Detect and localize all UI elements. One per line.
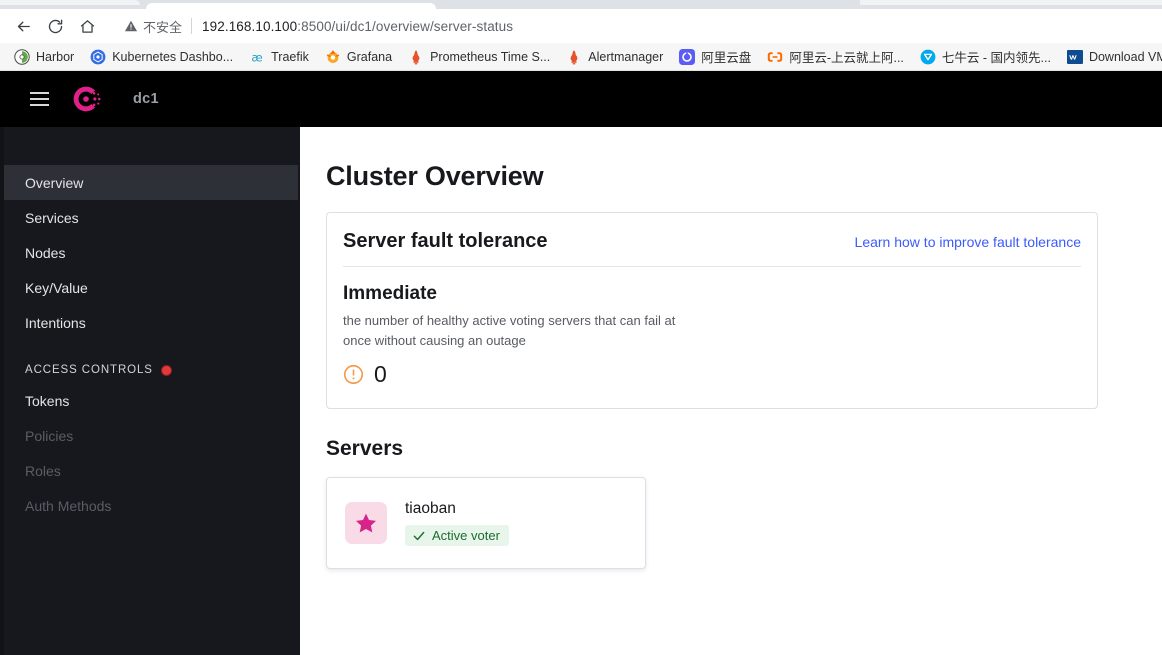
harbor-icon [14,48,30,65]
prometheus-icon [412,49,420,64]
fault-tolerance-body: Immediate the number of healthy active v… [343,267,1081,408]
alertmanager-icon [570,49,578,64]
sidebar-item-intentions[interactable]: Intentions [4,305,298,340]
status-badge-label: Active voter [432,528,500,543]
bookmark-qiniu[interactable]: 七牛云 - 国内领先... [912,44,1059,69]
omnibox-divider [191,18,193,34]
server-name: tiaoban [405,500,456,517]
sidebar-item-policies[interactable]: Policies [4,418,298,453]
sidebar-item-label: Services [25,209,79,226]
browser-window: 不安全 192.168.10.100:8500/ui/dc1/overview/… [0,0,1162,655]
sidebar-section-access-controls: ACCESS CONTROLS [4,357,300,383]
acl-status-dot-icon [160,364,172,376]
bookmark-download-vmware[interactable]: Download VMwa [1059,46,1162,68]
aliyun-drive-icon [679,48,696,65]
kubernetes-icon [90,49,106,64]
bookmark-label: Alertmanager [588,49,664,64]
bookmark-aliyun[interactable]: 阿里云-上云就上阿... [759,44,912,69]
sidebar-item-key-value[interactable]: Key/Value [4,270,298,305]
sidebar-section-label: ACCESS CONTROLS [25,364,153,376]
warning-triangle-icon [124,20,138,32]
bookmark-kubernetes-dashboard[interactable]: Kubernetes Dashbo... [82,46,241,68]
sidebar-item-overview[interactable]: Overview [4,165,298,200]
learn-fault-tolerance-link[interactable]: Learn how to improve fault tolerance [855,234,1081,250]
url-path: :8500/ui/dc1/overview/server-status [297,18,514,34]
tab-active[interactable] [146,3,436,9]
bookmark-label: 七牛云 - 国内领先... [941,51,1051,65]
home-button[interactable] [72,12,102,40]
bookmark-label: 阿里云-上云就上阿... [789,51,904,65]
page-title: Cluster Overview [326,161,544,191]
bookmark-label: Grafana [346,49,393,64]
bookmark-harbor[interactable]: Harbor [6,46,82,68]
fault-tolerance-metric-description: the number of healthy active voting serv… [343,313,676,348]
datacenter-label[interactable]: dc1 [133,91,159,107]
fault-tolerance-metric-row: 0 [343,363,1081,386]
consul-app: dc1 Overview Services Nodes Key/Value In… [0,71,1162,655]
sidebar: Overview Services Nodes Key/Value Intent… [0,127,300,655]
sidebar-item-label: Tokens [25,392,70,409]
bookmark-label: 阿里云盘 [701,51,752,65]
bookmark-aliyun-drive[interactable]: 阿里云盘 [671,44,759,69]
check-icon [413,531,425,540]
sidebar-item-label: Overview [25,174,84,191]
main-content: Cluster Overview Server fault tolerance … [300,127,1162,655]
sidebar-item-auth-methods[interactable]: Auth Methods [4,488,298,523]
bookmark-alertmanager[interactable]: Alertmanager [558,46,671,68]
bookmark-traefik[interactable]: æ Traefik [241,46,317,68]
sidebar-item-nodes[interactable]: Nodes [4,235,298,270]
browser-toolbar: 不安全 192.168.10.100:8500/ui/dc1/overview/… [0,9,1162,43]
fault-tolerance-metric-value: 0 [374,361,387,387]
url-host: 192.168.10.100 [202,18,298,34]
sidebar-item-label: Key/Value [25,279,88,296]
bookmark-prometheus[interactable]: Prometheus Time S... [400,46,558,68]
address-bar[interactable]: 不安全 192.168.10.100:8500/ui/dc1/overview/… [112,12,1154,40]
bookmark-label: Traefik [271,49,309,64]
reload-button[interactable] [40,12,70,40]
sidebar-item-label: Nodes [25,244,66,261]
server-card[interactable]: tiaoban Active voter [326,477,646,569]
fault-tolerance-title: Server fault tolerance [343,230,548,252]
menu-icon[interactable] [28,88,51,110]
sidebar-item-label: Policies [25,427,74,444]
url-text[interactable]: 192.168.10.100:8500/ui/dc1/overview/serv… [202,19,513,34]
sidebar-item-roles[interactable]: Roles [4,453,298,488]
tab-inactive-left[interactable] [0,0,140,5]
qiniu-icon [920,49,936,64]
sidebar-item-label: Intentions [25,314,86,331]
sidebar-item-tokens[interactable]: Tokens [4,383,298,418]
server-meta: tiaoban Active voter [405,500,509,546]
fault-tolerance-header: Server fault tolerance Learn how to impr… [343,213,1081,267]
fault-tolerance-card: Server fault tolerance Learn how to impr… [326,212,1098,409]
bookmark-grafana[interactable]: Grafana [317,46,400,68]
sidebar-item-label: Roles [25,462,61,479]
app-body: Overview Services Nodes Key/Value Intent… [0,127,1162,655]
bookmark-label: Download VMwa [1088,49,1162,64]
bookmark-label: Harbor [36,49,75,64]
fault-tolerance-metric-name: Immediate [343,283,437,304]
svg-text:æ: æ [251,50,262,64]
warning-icon [343,364,364,385]
sidebar-item-services[interactable]: Services [4,200,298,235]
bookmark-label: Prometheus Time S... [430,49,551,64]
bookmarks-bar: Harbor Kubernetes Dashbo... æ Traefik Gr… [0,43,1162,71]
sidebar-item-label: Auth Methods [25,497,112,514]
tab-inactive-right[interactable] [860,0,1162,5]
security-indicator[interactable]: 不安全 [118,15,191,37]
status-badge: Active voter [405,525,509,546]
browser-tabstrip [0,0,1162,9]
grafana-icon [326,49,340,63]
traefik-icon: æ [251,50,262,64]
bookmark-label: Kubernetes Dashbo... [112,49,234,64]
servers-section-title: Servers [326,437,404,460]
back-button[interactable] [8,12,38,40]
avatar [345,502,387,544]
star-icon [356,513,376,533]
app-header: dc1 [0,71,1162,127]
consul-logo-icon[interactable] [69,82,103,116]
security-label: 不安全 [143,19,183,35]
vmware-icon [1066,49,1083,64]
aliyun-icon [768,51,783,62]
